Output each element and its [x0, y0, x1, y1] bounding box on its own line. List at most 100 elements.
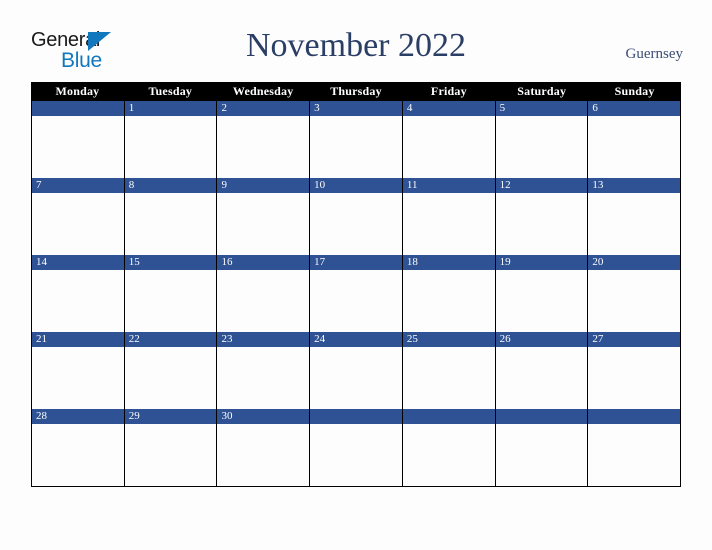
- day-notes-area[interactable]: [588, 424, 681, 486]
- day-number: [32, 101, 124, 116]
- weekday-header-monday: Monday: [55, 84, 100, 98]
- day-notes-area[interactable]: [124, 270, 217, 332]
- day-cell[interactable]: 3: [310, 101, 403, 178]
- week-row: 7 8 9 10 11 12 13: [32, 178, 682, 255]
- day-notes-area[interactable]: [495, 270, 588, 332]
- day-notes-area[interactable]: [310, 270, 402, 332]
- day-notes-area[interactable]: [402, 424, 495, 486]
- day-cell[interactable]: [32, 101, 125, 178]
- day-cell[interactable]: [310, 409, 403, 486]
- day-number: 27: [588, 332, 681, 347]
- day-notes-area[interactable]: [310, 116, 402, 178]
- day-notes-area[interactable]: [495, 116, 588, 178]
- day-cell[interactable]: 5: [495, 101, 589, 178]
- weekday-header-saturday: Saturday: [517, 84, 567, 98]
- day-notes-area[interactable]: [588, 193, 681, 255]
- day-cell[interactable]: 8: [124, 178, 218, 255]
- day-cell[interactable]: 2: [217, 101, 311, 178]
- day-cell[interactable]: [402, 409, 496, 486]
- day-cell[interactable]: 1: [124, 101, 218, 178]
- day-cell[interactable]: 4: [402, 101, 496, 178]
- day-cell[interactable]: 29: [124, 409, 218, 486]
- day-notes-area[interactable]: [310, 424, 402, 486]
- day-number: 30: [217, 409, 310, 424]
- day-cell[interactable]: 15: [124, 255, 218, 332]
- day-notes-area[interactable]: [217, 424, 310, 486]
- day-notes-area[interactable]: [217, 347, 310, 409]
- day-cell[interactable]: [588, 409, 682, 486]
- day-cell[interactable]: 22: [124, 332, 218, 409]
- day-notes-area[interactable]: [310, 193, 402, 255]
- locale-label: Guernsey: [625, 46, 683, 62]
- day-cell[interactable]: [495, 409, 589, 486]
- day-notes-area[interactable]: [402, 347, 495, 409]
- day-cell[interactable]: 14: [32, 255, 125, 332]
- day-number: 20: [588, 255, 681, 270]
- day-cell[interactable]: 20: [588, 255, 682, 332]
- day-cell[interactable]: 11: [402, 178, 496, 255]
- day-cell[interactable]: 18: [402, 255, 496, 332]
- week-row: 1 2 3 4 5 6: [32, 101, 682, 178]
- day-number: 14: [32, 255, 124, 270]
- weekday-header-thursday: Thursday: [330, 84, 382, 98]
- day-number: 6: [588, 101, 681, 116]
- day-number: 23: [217, 332, 310, 347]
- day-cell[interactable]: 6: [588, 101, 682, 178]
- day-cell[interactable]: 7: [32, 178, 125, 255]
- calendar-page: General Blue November 2022 Guernsey Mond…: [0, 0, 712, 550]
- day-notes-area[interactable]: [402, 193, 495, 255]
- day-notes-area[interactable]: [402, 270, 495, 332]
- day-cell[interactable]: 30: [217, 409, 311, 486]
- day-notes-area[interactable]: [32, 424, 124, 486]
- day-number: 29: [124, 409, 217, 424]
- day-cell[interactable]: 17: [310, 255, 403, 332]
- day-notes-area[interactable]: [124, 424, 217, 486]
- day-number: [495, 409, 588, 424]
- weekday-header-wednesday: Wednesday: [232, 84, 294, 98]
- day-notes-area[interactable]: [588, 116, 681, 178]
- day-notes-area[interactable]: [32, 270, 124, 332]
- day-notes-area[interactable]: [217, 193, 310, 255]
- day-number: 13: [588, 178, 681, 193]
- day-cell[interactable]: 26: [495, 332, 589, 409]
- day-notes-area[interactable]: [495, 347, 588, 409]
- day-notes-area[interactable]: [402, 116, 495, 178]
- day-number: [402, 409, 495, 424]
- day-notes-area[interactable]: [588, 347, 681, 409]
- day-cell[interactable]: 21: [32, 332, 125, 409]
- day-notes-area[interactable]: [217, 270, 310, 332]
- day-cell[interactable]: 13: [588, 178, 682, 255]
- day-notes-area[interactable]: [588, 270, 681, 332]
- day-cell[interactable]: 24: [310, 332, 403, 409]
- day-number: 4: [402, 101, 495, 116]
- day-notes-area[interactable]: [124, 116, 217, 178]
- week-row: 21 22 23 24 25 26 27: [32, 332, 682, 409]
- day-cell[interactable]: 23: [217, 332, 311, 409]
- day-notes-area[interactable]: [495, 193, 588, 255]
- day-cell[interactable]: 28: [32, 409, 125, 486]
- day-cell[interactable]: 9: [217, 178, 311, 255]
- day-notes-area[interactable]: [124, 347, 217, 409]
- day-cell[interactable]: 25: [402, 332, 496, 409]
- week-row: 28 29 30: [32, 409, 682, 486]
- day-notes-area[interactable]: [495, 424, 588, 486]
- day-notes-area[interactable]: [217, 116, 310, 178]
- day-number: [588, 409, 681, 424]
- day-notes-area[interactable]: [32, 116, 124, 178]
- day-notes-area[interactable]: [310, 347, 402, 409]
- day-cell[interactable]: 16: [217, 255, 311, 332]
- day-cell[interactable]: 10: [310, 178, 403, 255]
- day-number: 2: [217, 101, 310, 116]
- day-cell[interactable]: 12: [495, 178, 589, 255]
- day-notes-area[interactable]: [32, 347, 124, 409]
- day-cell[interactable]: 19: [495, 255, 589, 332]
- day-number: 28: [32, 409, 124, 424]
- day-number: 22: [124, 332, 217, 347]
- day-notes-area[interactable]: [32, 193, 124, 255]
- day-number: 26: [495, 332, 588, 347]
- week-row: 14 15 16 17 18 19 20: [32, 255, 682, 332]
- day-number: 5: [495, 101, 588, 116]
- day-cell[interactable]: 27: [588, 332, 682, 409]
- day-notes-area[interactable]: [124, 193, 217, 255]
- page-header: General Blue November 2022 Guernsey: [0, 0, 712, 80]
